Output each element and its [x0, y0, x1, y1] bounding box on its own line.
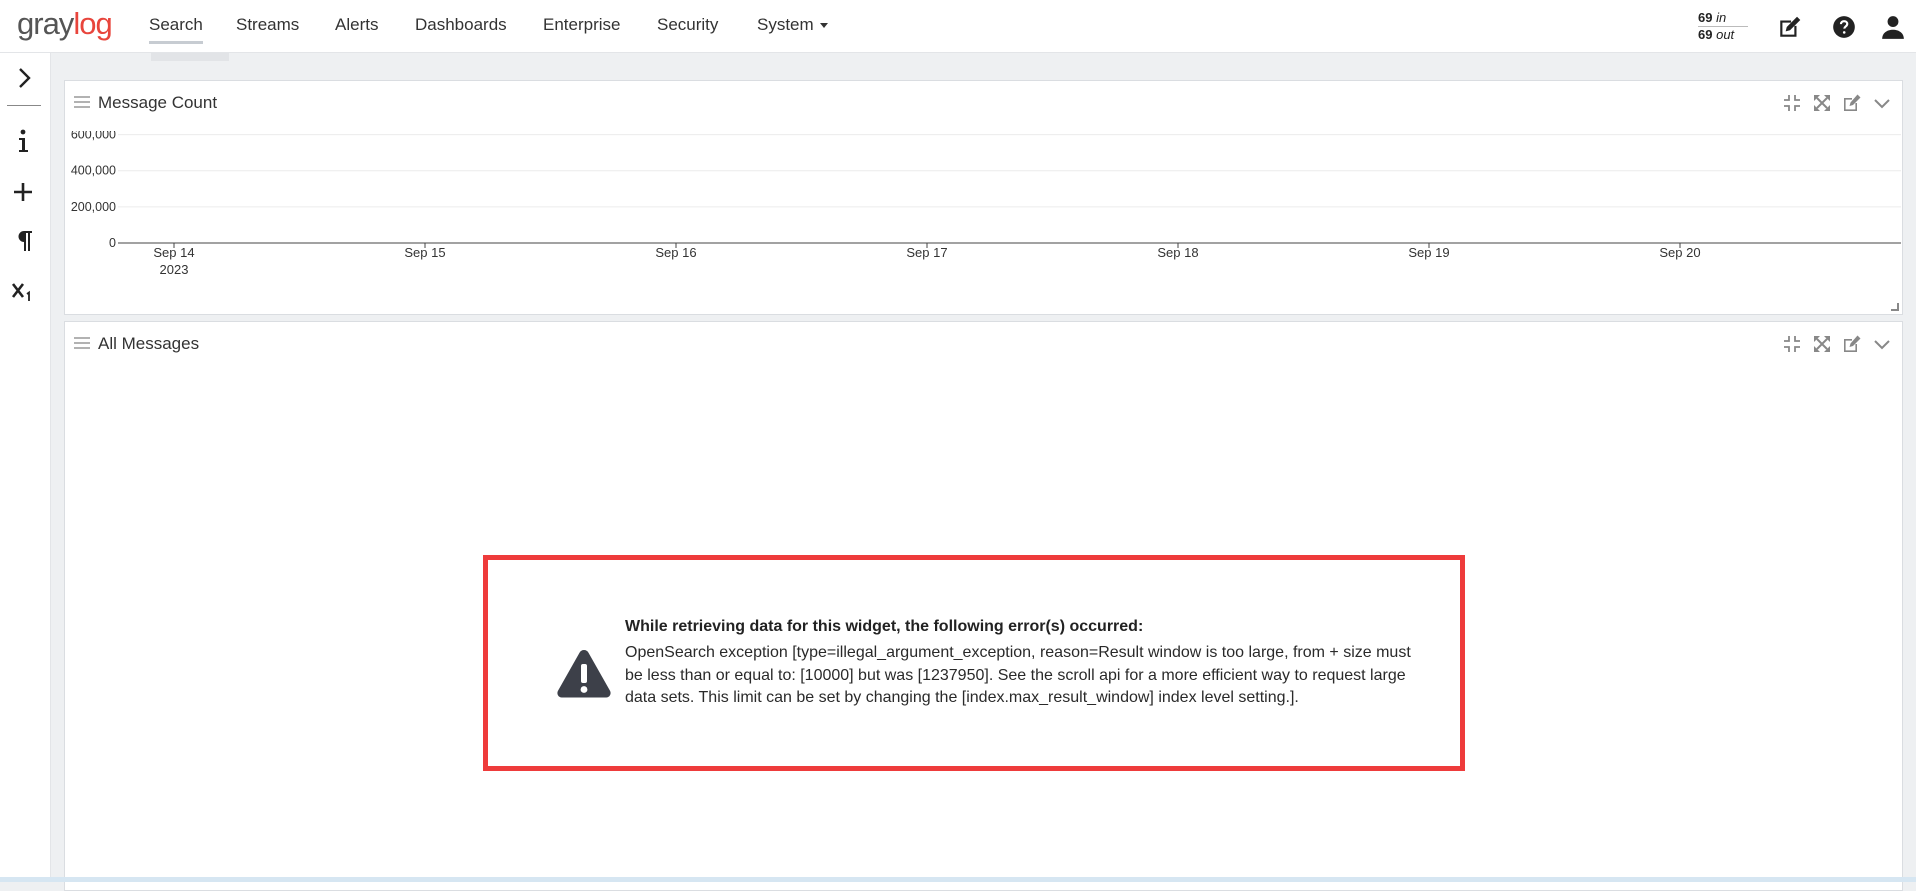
x-tick-label: Sep 15 — [404, 245, 445, 260]
drag-handle-icon[interactable] — [74, 95, 90, 109]
nav-enterprise[interactable]: Enterprise — [543, 15, 620, 35]
y-tick-label: 0 — [109, 236, 116, 250]
x-tick-label: Sep 20 — [1659, 245, 1700, 260]
x-tick-label: Sep 14 — [153, 245, 194, 260]
y-tick-label: 600,000 — [71, 131, 116, 142]
message-count-widget: Message Count 0 200,000 400,000 600,000 Sep … — [64, 80, 1903, 315]
help-icon[interactable] — [1831, 14, 1857, 40]
edit-icon[interactable] — [1842, 93, 1862, 113]
subscript-icon[interactable] — [0, 275, 50, 311]
fullscreen-icon[interactable] — [1812, 334, 1832, 354]
collapse-icon[interactable] — [1782, 93, 1802, 113]
error-title: While retrieving data for this widget, t… — [625, 618, 1144, 635]
left-sidebar — [0, 53, 51, 882]
message-count-title[interactable]: Message Count — [98, 93, 217, 113]
message-count-chart[interactable]: 0 200,000 400,000 600,000 Sep 14 Sep 15 Sep 16… — [65, 131, 1904, 281]
throughput-out: 69 out — [1698, 27, 1748, 43]
info-icon[interactable] — [0, 123, 50, 159]
chevron-down-icon[interactable] — [1872, 93, 1892, 113]
graylog-logo[interactable]: graylog — [17, 6, 113, 42]
previous-widget-stub — [151, 53, 229, 61]
nav-system-label: System — [757, 15, 814, 34]
throughput-in-label: in — [1716, 10, 1727, 25]
user-icon[interactable] — [1880, 14, 1906, 40]
all-messages-title[interactable]: All Messages — [98, 334, 199, 354]
nav-system[interactable]: System — [757, 15, 828, 35]
expand-chevron-icon[interactable] — [0, 60, 50, 96]
fullscreen-icon[interactable] — [1812, 93, 1832, 113]
x-tick-label: Sep 17 — [906, 245, 947, 260]
throughput-in: 69 in — [1698, 10, 1748, 26]
y-tick-label: 200,000 — [71, 200, 116, 214]
throughput-out-label: out — [1716, 27, 1735, 42]
x-tick-label: Sep 18 — [1157, 245, 1198, 260]
throughput-in-count: 69 — [1698, 10, 1713, 25]
x-tick-year-label: 2023 — [160, 262, 189, 277]
nav-streams[interactable]: Streams — [236, 15, 299, 35]
x-tick-label: Sep 16 — [655, 245, 696, 260]
message-count-actions — [1782, 93, 1892, 113]
bottom-edge — [0, 877, 1916, 882]
nav-security[interactable]: Security — [657, 15, 718, 35]
edit-icon[interactable] — [1842, 334, 1862, 354]
widget-error-box: While retrieving data for this widget, t… — [483, 555, 1465, 771]
caret-down-icon — [819, 23, 828, 29]
x-tick-label: Sep 19 — [1408, 245, 1449, 260]
collapse-icon[interactable] — [1782, 334, 1802, 354]
y-tick-label: 400,000 — [71, 164, 116, 178]
drag-handle-icon[interactable] — [74, 336, 90, 350]
nav-alerts[interactable]: Alerts — [335, 15, 378, 35]
sidebar-divider — [7, 105, 41, 106]
paragraph-icon[interactable] — [0, 223, 50, 259]
add-icon[interactable] — [0, 174, 50, 210]
error-message: OpenSearch exception [type=illegal_argum… — [625, 644, 1411, 706]
logo-text-log: log — [73, 6, 112, 41]
chevron-down-icon[interactable] — [1872, 334, 1892, 354]
throughput-indicator[interactable]: 69 in 69 out — [1698, 10, 1748, 43]
all-messages-actions — [1782, 334, 1892, 354]
warning-icon — [557, 650, 611, 698]
nav-search[interactable]: Search — [149, 15, 203, 44]
nav-dashboards[interactable]: Dashboards — [415, 15, 507, 35]
throughput-out-count: 69 — [1698, 27, 1713, 42]
logo-text-gray: gray — [17, 6, 74, 41]
top-navbar: graylog Search Streams Alerts Dashboards… — [0, 0, 1916, 53]
edit-icon[interactable] — [1777, 14, 1803, 40]
resize-handle[interactable] — [1891, 303, 1899, 311]
